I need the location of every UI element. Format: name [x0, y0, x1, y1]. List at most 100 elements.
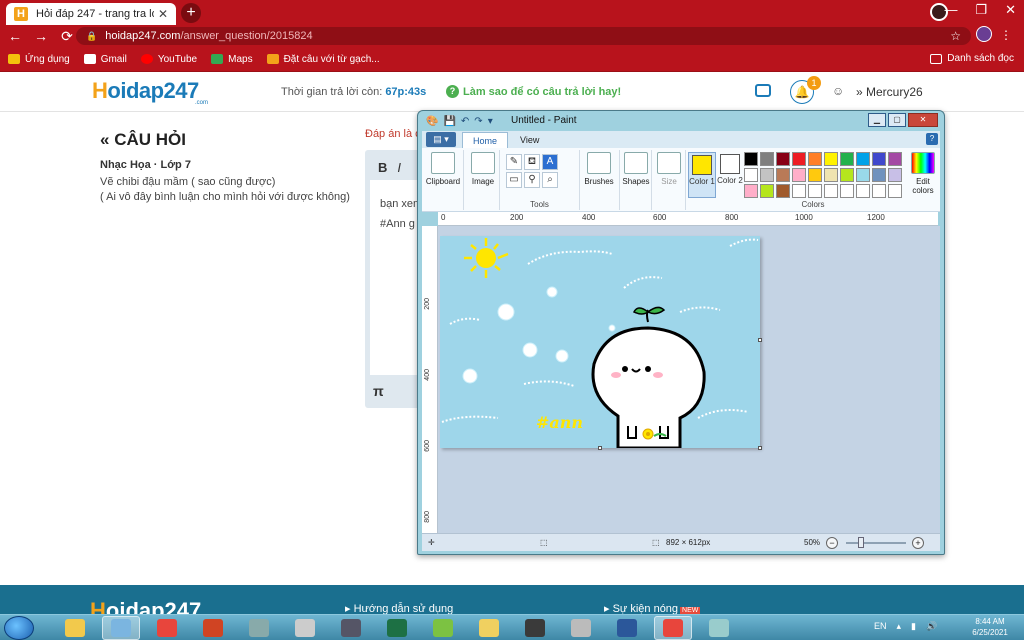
- taskbar-app-app6[interactable]: [286, 616, 324, 640]
- minimize-icon[interactable]: —: [944, 2, 957, 18]
- taskbar-app-powerpoint[interactable]: [194, 616, 232, 640]
- start-button[interactable]: [4, 616, 34, 640]
- resize-handle-right[interactable]: [758, 338, 762, 342]
- paint-close-icon[interactable]: ✕: [908, 113, 938, 127]
- username[interactable]: » Mercury26: [856, 85, 923, 99]
- bookmark-maps[interactable]: Maps: [211, 54, 253, 65]
- taskbar-app-paint[interactable]: [102, 616, 140, 640]
- paint-minimize-icon[interactable]: ▁: [868, 113, 886, 127]
- resize-handle-corner[interactable]: [758, 446, 762, 450]
- palette-swatch[interactable]: [824, 152, 838, 166]
- magnifier-icon[interactable]: ⌕: [542, 172, 558, 188]
- bookmark-apps[interactable]: Ứng dụng: [8, 54, 70, 65]
- footer-link-guide[interactable]: ▸ Hướng dẫn sử dụng: [345, 602, 453, 614]
- color2-selector[interactable]: Color 2: [716, 152, 744, 198]
- bookmark-gmail[interactable]: Gmail: [83, 54, 127, 65]
- eraser-icon[interactable]: ▭: [506, 172, 522, 188]
- bold-button[interactable]: B: [378, 160, 387, 175]
- color1-selector[interactable]: Color 1: [688, 152, 716, 198]
- footer-logo[interactable]: Hoidap247: [90, 598, 201, 614]
- taskbar-app-explorer[interactable]: [56, 616, 94, 640]
- taskbar-app-app9[interactable]: [424, 616, 462, 640]
- brushes-button[interactable]: Brushes: [580, 152, 618, 186]
- tab-close-icon[interactable]: ✕: [158, 7, 168, 21]
- reading-list[interactable]: Danh sách đọc: [930, 53, 1014, 64]
- paint-window[interactable]: 🎨 💾 ↶ ↷ ▾ Untitled - Paint ▁ ▢ ✕ ▤ ▾ Hom…: [417, 110, 945, 555]
- system-clock[interactable]: 8:44 AM 6/25/2021: [968, 616, 1012, 638]
- palette-swatch[interactable]: [776, 184, 790, 198]
- reload-icon[interactable]: ⟳: [56, 28, 78, 45]
- paint-file-menu[interactable]: ▤ ▾: [426, 132, 456, 147]
- text-icon[interactable]: A: [542, 154, 558, 170]
- zoom-out-button[interactable]: −: [826, 537, 838, 549]
- bookmark-youtube[interactable]: YouTube: [140, 54, 197, 65]
- image-button[interactable]: Image: [464, 152, 502, 186]
- palette-swatch[interactable]: [872, 152, 886, 166]
- palette-swatch[interactable]: [872, 184, 886, 198]
- palette-swatch[interactable]: [760, 168, 774, 182]
- palette-swatch[interactable]: [856, 152, 870, 166]
- answer-tip-link[interactable]: ? Làm sao để có câu trả lời hay!: [446, 85, 621, 98]
- chrome-menu-icon[interactable]: ⋮: [1000, 28, 1012, 42]
- palette-swatch[interactable]: [872, 168, 886, 182]
- forward-icon[interactable]: →: [30, 28, 52, 44]
- fill-icon[interactable]: ⛾: [524, 154, 540, 170]
- palette-swatch[interactable]: [824, 184, 838, 198]
- size-button[interactable]: Size: [650, 152, 688, 186]
- paint-app-icon[interactable]: 🎨: [426, 116, 438, 127]
- taskbar-app-app11[interactable]: [516, 616, 554, 640]
- paint-canvas[interactable]: #ann: [440, 236, 760, 448]
- zoom-slider-thumb[interactable]: [858, 537, 864, 548]
- zoom-slider[interactable]: [846, 542, 906, 544]
- language-indicator[interactable]: EN: [874, 621, 887, 632]
- palette-swatch[interactable]: [744, 184, 758, 198]
- tab-view[interactable]: View: [510, 132, 549, 148]
- zoom-in-button[interactable]: +: [912, 537, 924, 549]
- chat-icon[interactable]: [755, 84, 771, 97]
- chrome-account-avatar[interactable]: [976, 26, 992, 42]
- bookmark-dat-cau[interactable]: Đặt câu với từ gạch...: [266, 54, 380, 65]
- palette-swatch[interactable]: [792, 168, 806, 182]
- help-icon[interactable]: ?: [926, 133, 938, 145]
- math-formula-button[interactable]: π: [373, 383, 384, 399]
- palette-swatch[interactable]: [808, 152, 822, 166]
- site-logo[interactable]: Hoidap247: [92, 78, 199, 104]
- palette-swatch[interactable]: [840, 152, 854, 166]
- paint-titlebar[interactable]: 🎨 💾 ↶ ↷ ▾ Untitled - Paint ▁ ▢ ✕: [418, 111, 944, 131]
- bookmark-star-icon[interactable]: ☆: [950, 29, 961, 43]
- taskbar-app-app7[interactable]: [332, 616, 370, 640]
- tab-home[interactable]: Home: [462, 132, 509, 148]
- palette-swatch[interactable]: [840, 184, 854, 198]
- edit-colors-button[interactable]: Edit colors: [906, 152, 940, 195]
- palette-swatch[interactable]: [888, 184, 902, 198]
- taskbar-app-chrome2[interactable]: [654, 616, 692, 640]
- palette-swatch[interactable]: [744, 168, 758, 182]
- maximize-icon[interactable]: ❐: [975, 2, 987, 18]
- taskbar-app-app5[interactable]: [240, 616, 278, 640]
- palette-swatch[interactable]: [888, 152, 902, 166]
- palette-swatch[interactable]: [760, 152, 774, 166]
- taskbar-app-excel[interactable]: [378, 616, 416, 640]
- palette-swatch[interactable]: [808, 184, 822, 198]
- taskbar-app-word[interactable]: [608, 616, 646, 640]
- palette-swatch[interactable]: [840, 168, 854, 182]
- taskbar-app-app12[interactable]: [562, 616, 600, 640]
- save-icon[interactable]: 💾: [443, 116, 455, 127]
- paint-maximize-icon[interactable]: ▢: [888, 113, 906, 127]
- redo-icon[interactable]: ↷: [474, 116, 482, 127]
- undo-icon[interactable]: ↶: [461, 116, 469, 127]
- qat-dropdown-icon[interactable]: ▾: [488, 116, 493, 127]
- palette-swatch[interactable]: [776, 168, 790, 182]
- resize-handle-bottom[interactable]: [598, 446, 602, 450]
- taskbar-app-app10[interactable]: [470, 616, 508, 640]
- palette-swatch[interactable]: [888, 168, 902, 182]
- palette-swatch[interactable]: [808, 168, 822, 182]
- palette-swatch[interactable]: [792, 152, 806, 166]
- pencil-icon[interactable]: ✎: [506, 154, 522, 170]
- palette-swatch[interactable]: [824, 168, 838, 182]
- close-window-icon[interactable]: ✕: [1005, 2, 1016, 18]
- palette-swatch[interactable]: [856, 168, 870, 182]
- italic-button[interactable]: I: [397, 160, 401, 175]
- palette-swatch[interactable]: [744, 152, 758, 166]
- user-avatar[interactable]: ☺: [832, 84, 852, 102]
